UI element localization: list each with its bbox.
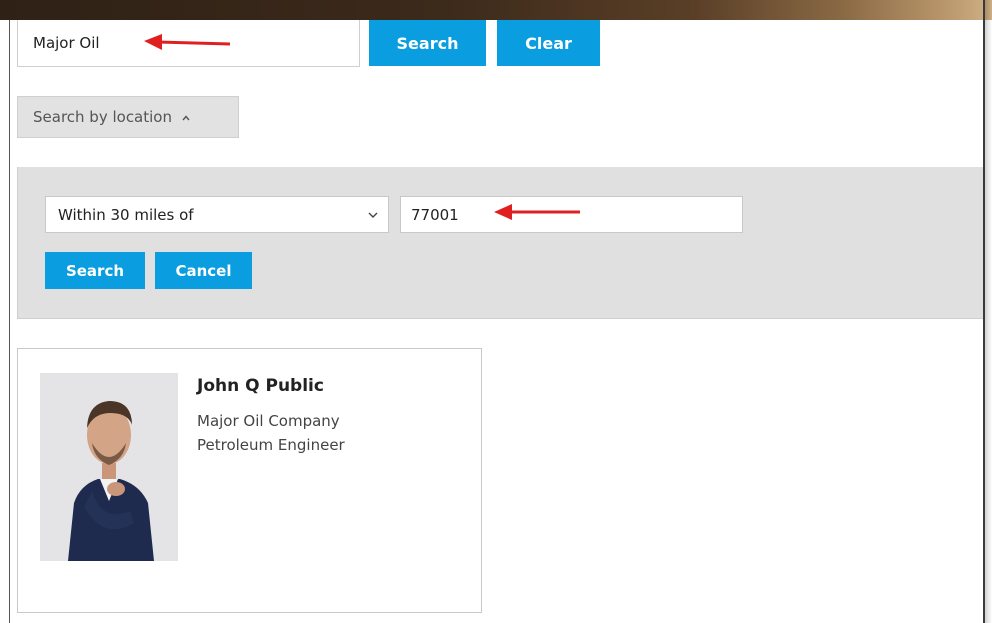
clear-button[interactable]: Clear xyxy=(497,20,600,66)
avatar xyxy=(40,373,178,561)
location-cancel-button[interactable]: Cancel xyxy=(155,252,252,289)
distance-select-value: Within 30 miles of xyxy=(58,205,194,224)
distance-select[interactable]: Within 30 miles of xyxy=(45,196,389,233)
frame-border-left xyxy=(9,20,10,623)
result-job-title: Petroleum Engineer xyxy=(197,436,345,454)
location-search-panel xyxy=(17,167,983,319)
caret-up-icon xyxy=(182,115,190,121)
location-search-button[interactable]: Search xyxy=(45,252,145,289)
frame-shadow xyxy=(985,0,992,623)
search-button[interactable]: Search xyxy=(369,20,486,66)
result-company: Major Oil Company xyxy=(197,412,340,430)
red-arrow-icon xyxy=(144,34,231,50)
search-by-location-toggle[interactable]: Search by location xyxy=(17,96,239,138)
screenshot-stage: Search Clear Search by location Within 3… xyxy=(0,0,992,623)
chevron-down-icon xyxy=(368,212,378,218)
red-arrow-icon xyxy=(494,204,580,220)
result-person-name[interactable]: John Q Public xyxy=(197,376,324,396)
search-by-location-label: Search by location xyxy=(33,108,172,126)
header-banner-image xyxy=(0,0,992,20)
person-photo xyxy=(40,373,178,561)
